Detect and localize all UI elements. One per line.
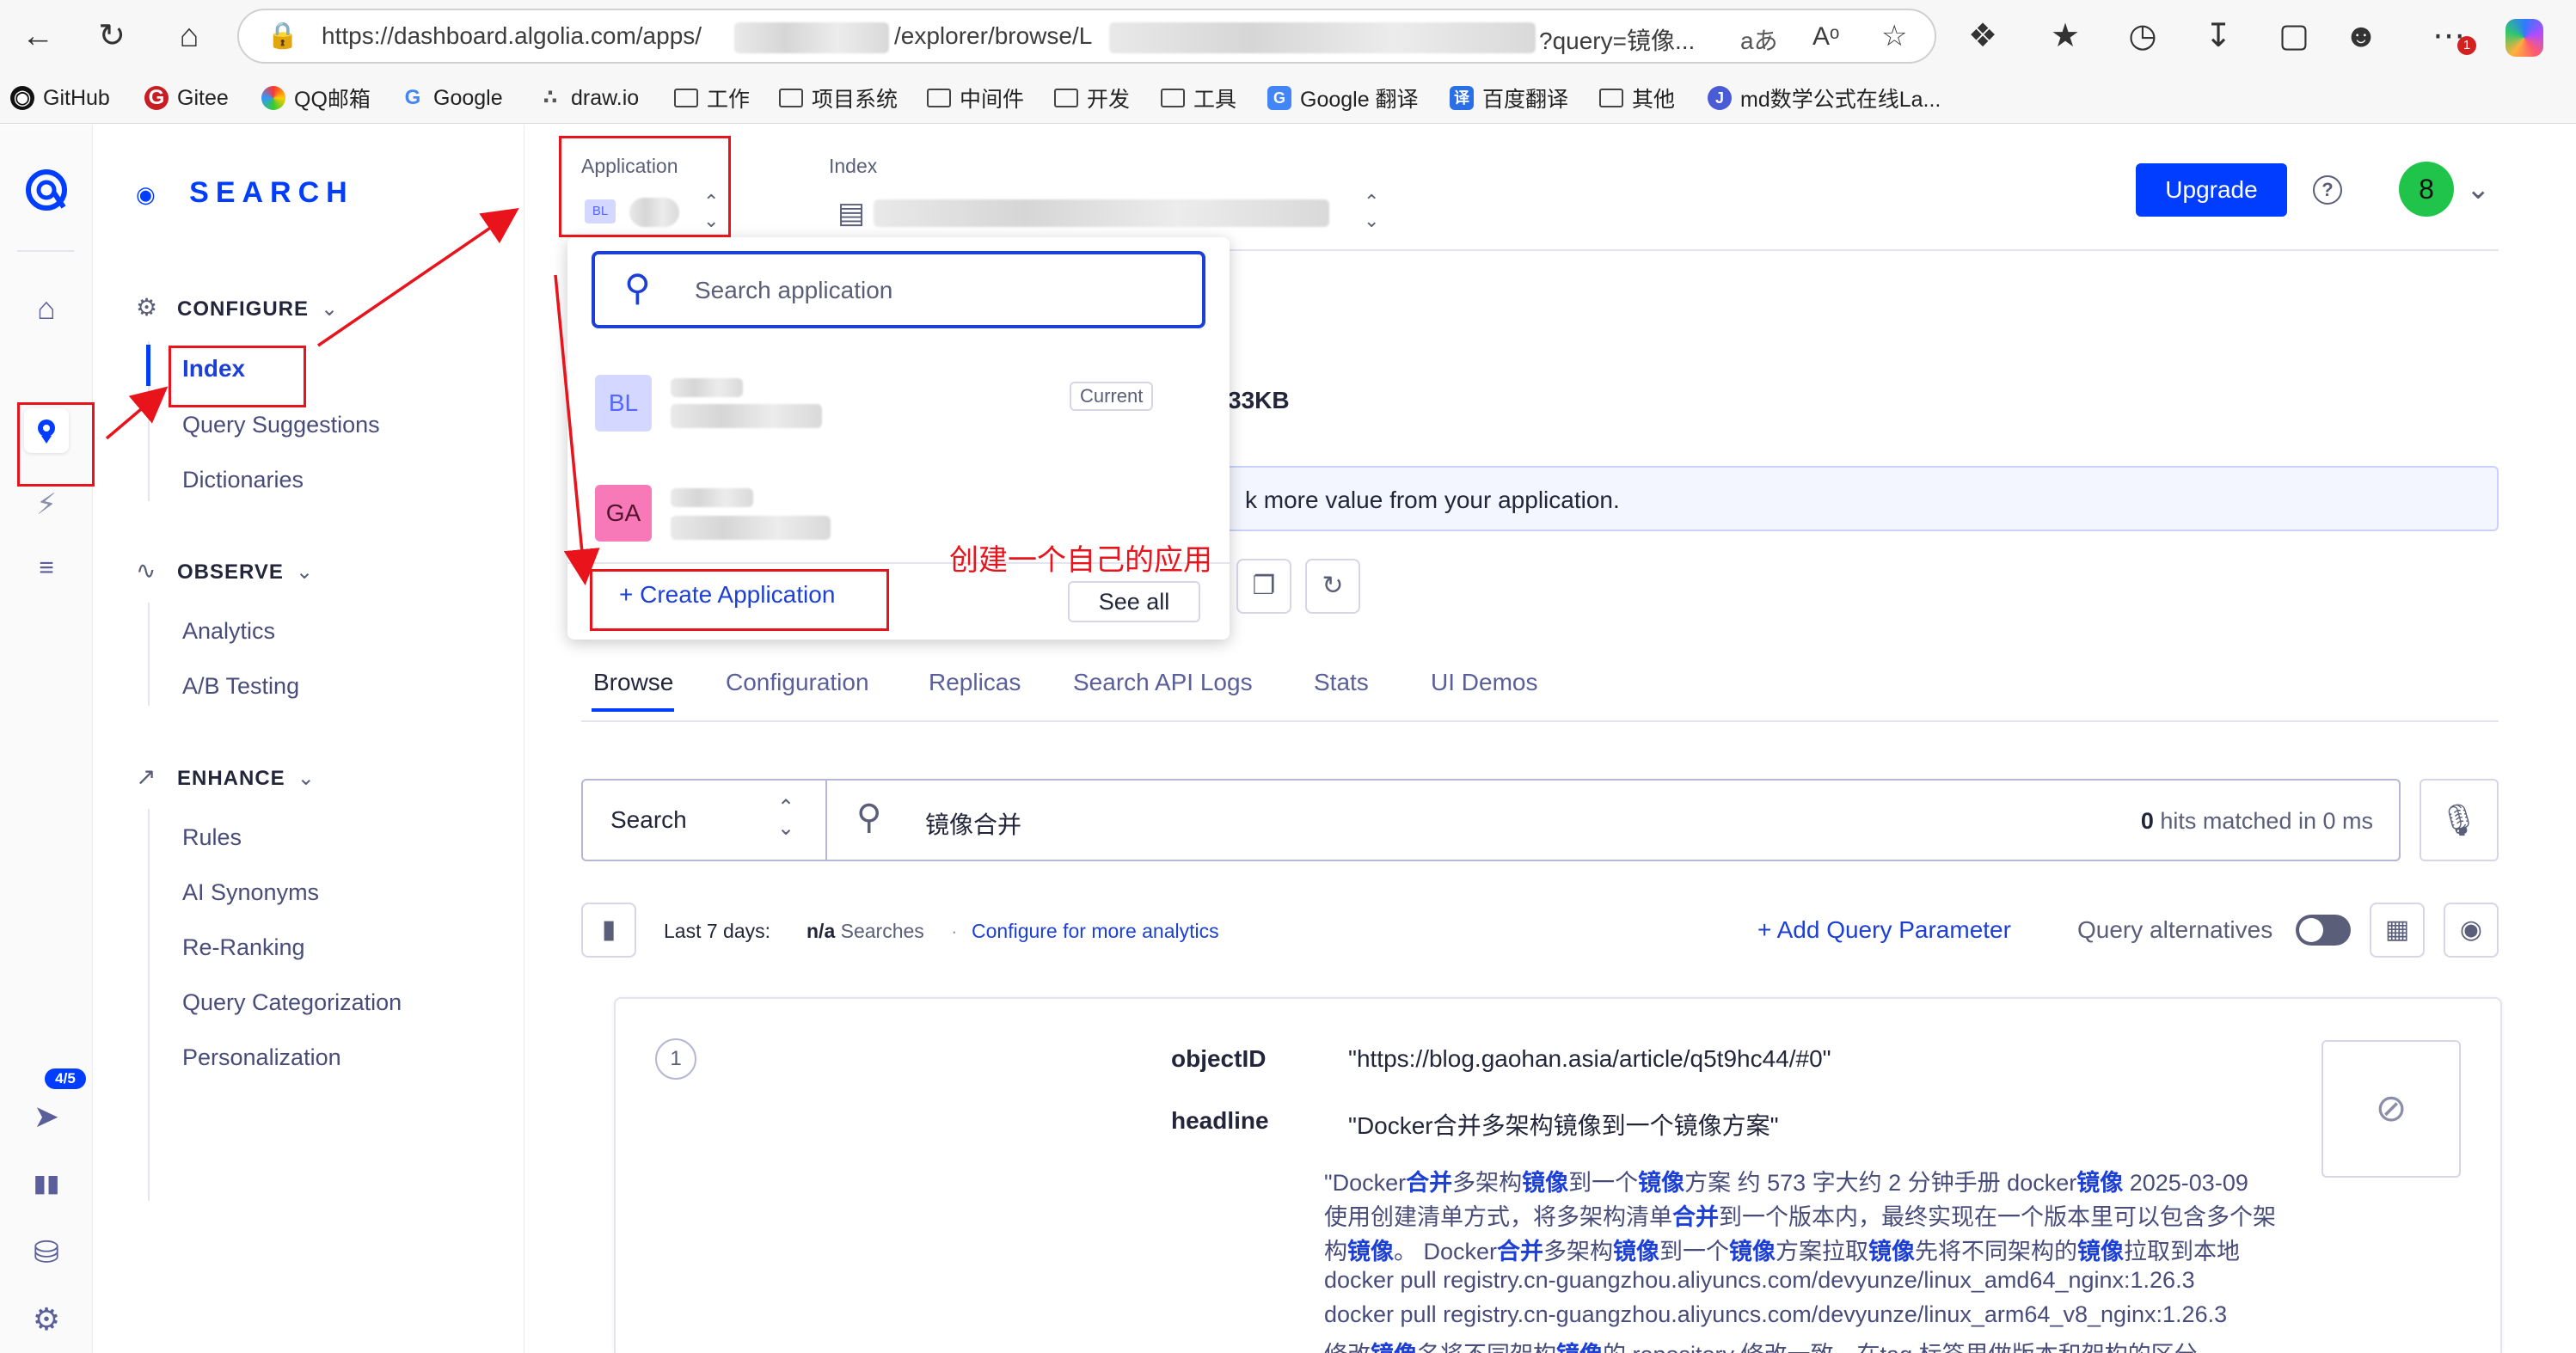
arrow-rail-to-index	[105, 386, 169, 440]
annotation-arrows	[105, 208, 600, 585]
arrow-index-to-application	[317, 208, 519, 347]
arrow-application-to-create	[554, 274, 600, 585]
page: { "browser": { "url_prefix": "https://da…	[0, 0, 2576, 1353]
